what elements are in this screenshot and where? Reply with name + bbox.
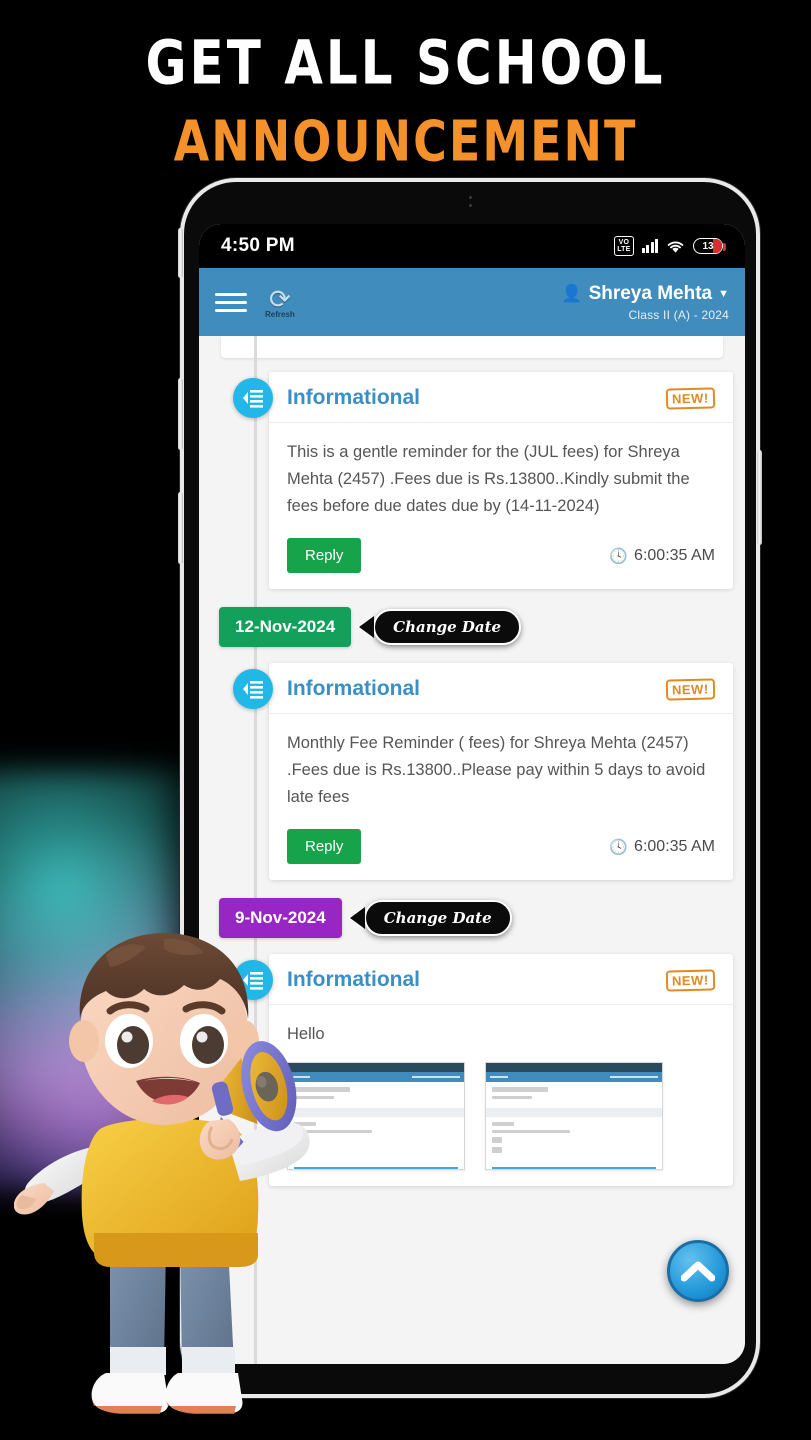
- card-time-label: 6:00:35 AM: [634, 837, 715, 855]
- headline-line-1: GET ALL SCHOOL: [145, 27, 666, 99]
- signal-bars-icon: [641, 239, 658, 253]
- previous-card-partial: [221, 336, 723, 358]
- feed-item: Informational NEW! Monthly Fee Reminder …: [211, 663, 733, 880]
- reply-button[interactable]: Reply: [287, 829, 362, 864]
- status-bar: 4:50 PM VO LTE 13: [199, 224, 745, 268]
- battery-icon: 13: [693, 238, 726, 254]
- date-chip[interactable]: 12-Nov-2024: [219, 607, 352, 647]
- status-bar-clock: 4:50 PM: [221, 235, 295, 256]
- refresh-button-label: Refresh: [265, 309, 295, 319]
- card-title: Informational: [287, 386, 421, 409]
- change-date-callout: Change Date: [363, 900, 512, 936]
- card-footer: Reply 🕓 6:00:35 AM: [269, 520, 733, 573]
- volte-icon: VO LTE: [614, 236, 634, 256]
- headline-line-2: ANNOUNCEMENT: [173, 108, 638, 174]
- chevron-down-icon[interactable]: ▼: [718, 288, 729, 300]
- scroll-to-top-button[interactable]: [667, 1240, 729, 1302]
- new-badge: NEW!: [666, 677, 716, 701]
- announcement-card[interactable]: Informational NEW! This is a gentle remi…: [269, 372, 733, 589]
- card-header: Informational NEW!: [269, 954, 733, 1005]
- user-name-label: Shreya Mehta: [588, 282, 713, 304]
- volume-down-button[interactable]: [178, 378, 183, 450]
- attachment-thumbnails: [269, 1048, 733, 1170]
- announcement-list-icon: [233, 669, 273, 709]
- announcement-card[interactable]: Informational NEW! Monthly Fee Reminder …: [269, 663, 733, 880]
- status-bar-icons: VO LTE 13: [614, 236, 726, 256]
- promo-headline: GET ALL SCHOOL ANNOUNCEMENT: [0, 28, 811, 174]
- card-title: Informational: [287, 677, 421, 700]
- announcement-card[interactable]: Informational NEW! Hello: [269, 954, 733, 1186]
- card-footer: Reply 🕓 6:00:35 AM: [269, 811, 733, 864]
- refresh-icon: ⟳: [269, 283, 291, 314]
- user-avatar-icon: 👤: [561, 283, 583, 303]
- card-header: Informational NEW!: [269, 372, 733, 423]
- reply-button[interactable]: Reply: [287, 538, 362, 573]
- battery-level-label: 13: [702, 240, 714, 252]
- change-date-callout: Change Date: [373, 609, 522, 645]
- new-badge: NEW!: [666, 968, 716, 992]
- volume-up-button[interactable]: [178, 228, 183, 278]
- clock-icon: 🕓: [609, 838, 629, 856]
- refresh-button[interactable]: ⟳ Refresh: [265, 286, 295, 319]
- new-badge: NEW!: [666, 386, 716, 410]
- card-timestamp: 🕓 6:00:35 AM: [609, 838, 715, 856]
- card-header: Informational NEW!: [269, 663, 733, 714]
- date-separator: 12-Nov-2024 Change Date: [211, 605, 733, 649]
- announcement-list-icon: [233, 378, 273, 418]
- silent-switch-button[interactable]: [178, 492, 183, 564]
- earpiece-icon: [468, 196, 472, 218]
- attachment-thumbnail[interactable]: [485, 1062, 663, 1170]
- boy-with-megaphone-illustration: [14, 933, 310, 1414]
- app-header-bar: ⟳ Refresh 👤 Shreya Mehta ▼ Class II (A) …: [199, 268, 745, 336]
- card-time-label: 6:00:35 AM: [634, 546, 715, 564]
- user-menu[interactable]: 👤 Shreya Mehta ▼ Class II (A) - 2024: [561, 283, 729, 322]
- card-timestamp: 🕓 6:00:35 AM: [609, 547, 715, 565]
- user-class-label: Class II (A) - 2024: [628, 307, 729, 322]
- card-message: This is a gentle reminder for the (JUL f…: [287, 443, 690, 515]
- chevron-up-icon: [681, 1261, 715, 1282]
- hamburger-menu-icon[interactable]: [215, 288, 247, 317]
- feed-item: Informational NEW! This is a gentle remi…: [211, 372, 733, 589]
- card-message: Monthly Fee Reminder ( fees) for Shreya …: [287, 734, 706, 806]
- clock-icon: 🕓: [609, 547, 629, 565]
- wifi-icon: [667, 241, 684, 253]
- card-message: Hello: [287, 1025, 325, 1043]
- power-button[interactable]: [757, 450, 762, 545]
